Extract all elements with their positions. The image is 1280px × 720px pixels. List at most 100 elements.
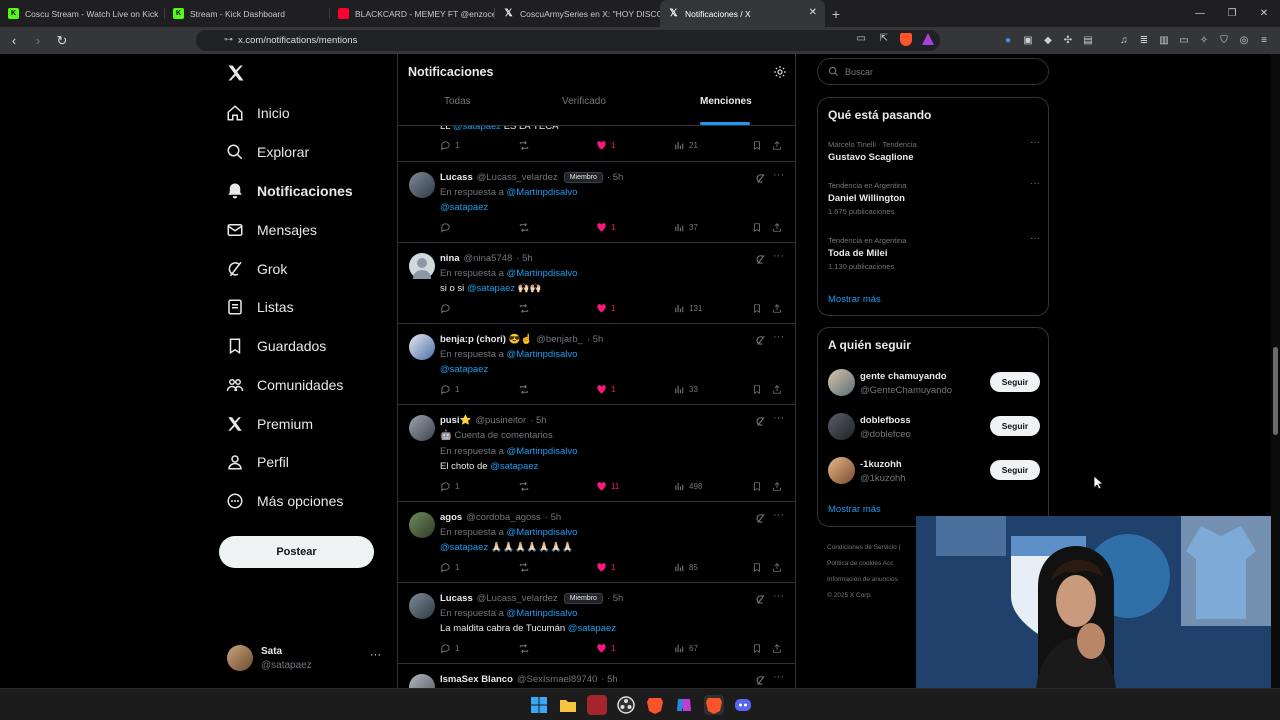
- views-button[interactable]: 498: [674, 481, 702, 492]
- reply-button[interactable]: [440, 222, 455, 233]
- grok-icon[interactable]: [755, 335, 766, 346]
- like-button[interactable]: 1: [596, 643, 615, 654]
- suggestion-name[interactable]: gente chamuyando: [860, 371, 947, 382]
- copilot-icon[interactable]: [674, 695, 694, 715]
- brave-shield-icon[interactable]: [900, 33, 912, 46]
- leo-icon[interactable]: ✧: [1196, 32, 1212, 48]
- brave-icon[interactable]: ◎: [1236, 32, 1252, 48]
- post-time[interactable]: · 5h: [516, 253, 532, 264]
- author-name[interactable]: Lucass: [440, 172, 473, 183]
- follow-button[interactable]: Seguir: [990, 372, 1040, 392]
- show-more-follow-link[interactable]: Mostrar más: [828, 504, 881, 515]
- mention-link[interactable]: @Martinpdisalvo: [507, 446, 578, 457]
- views-button[interactable]: 37: [674, 222, 698, 233]
- sidebar-item-premium[interactable]: Premium: [226, 409, 313, 439]
- reading-list-icon[interactable]: ≣: [1136, 32, 1152, 48]
- puzzle-icon[interactable]: ✣: [1060, 32, 1076, 48]
- list-item[interactable]: agos @cordoba_agoss · 5h ··· En respuesta …: [398, 502, 795, 583]
- windows-start-icon[interactable]: [529, 695, 549, 715]
- post-time[interactable]: · 5h: [530, 415, 546, 426]
- music-icon[interactable]: ♫: [1116, 32, 1132, 48]
- tab-verificado[interactable]: Verificado: [562, 96, 606, 107]
- brave-icon[interactable]: [645, 695, 665, 715]
- avatar[interactable]: [409, 415, 435, 441]
- mention-link[interactable]: @satapaez: [440, 202, 488, 213]
- mention-link[interactable]: @Martinpdisalvo: [507, 527, 578, 538]
- grok-icon[interactable]: [755, 416, 766, 427]
- extension-icon[interactable]: ●: [1000, 32, 1016, 48]
- post-time[interactable]: · 5h: [601, 674, 617, 685]
- reply-button[interactable]: 1: [440, 140, 459, 151]
- mention-link[interactable]: @Martinpdisalvo: [507, 187, 578, 198]
- grok-icon[interactable]: [755, 173, 766, 184]
- author-handle[interactable]: @pusineitor: [475, 415, 526, 426]
- share-icon[interactable]: ⇱: [880, 33, 888, 44]
- more-icon[interactable]: ···: [773, 169, 784, 181]
- grok-icon[interactable]: [755, 254, 766, 265]
- avatar[interactable]: [828, 369, 855, 396]
- list-item[interactable]: nina @nina5748 · 5h ··· En respuesta a @Ma…: [398, 243, 795, 324]
- file-explorer-icon[interactable]: [558, 695, 578, 715]
- reply-button[interactable]: 1: [440, 643, 459, 654]
- views-button[interactable]: 85: [674, 562, 698, 573]
- menu-icon[interactable]: ≡: [1256, 32, 1272, 48]
- more-icon[interactable]: ···: [773, 250, 784, 262]
- list-item[interactable]: Lucass @Lucass_velardez Miembro · 5h ··· En…: [398, 583, 795, 664]
- footer-link[interactable]: Condiciones de Servicio |: [827, 540, 927, 556]
- mention-link[interactable]: @Martinpdisalvo: [507, 349, 578, 360]
- tab-todas[interactable]: Todas: [444, 96, 471, 107]
- more-icon[interactable]: ···: [1030, 137, 1040, 148]
- share-icon[interactable]: [772, 384, 782, 395]
- author-handle[interactable]: @Lucass_velardez: [477, 172, 558, 183]
- sidebar-item-notificaciones[interactable]: Notificaciones: [226, 176, 353, 206]
- reply-button[interactable]: 1: [440, 481, 459, 492]
- close-tab-icon[interactable]: ✕: [809, 7, 817, 18]
- like-button[interactable]: 1: [596, 303, 615, 314]
- brave-rewards-icon[interactable]: [922, 33, 934, 45]
- gear-icon[interactable]: [773, 65, 787, 79]
- mention-link[interactable]: @Martinpdisalvo: [507, 268, 578, 279]
- avatar[interactable]: [409, 334, 435, 360]
- more-icon[interactable]: ···: [773, 331, 784, 343]
- avatar[interactable]: [409, 674, 435, 688]
- like-button[interactable]: 1: [596, 222, 615, 233]
- like-button[interactable]: 11: [596, 481, 619, 492]
- follow-suggestion[interactable]: -1kuzohh @1kuzohh Seguir: [828, 457, 1040, 487]
- mention-link[interactable]: @satapaez: [467, 283, 515, 294]
- grok-icon[interactable]: [755, 675, 766, 686]
- suggestion-name[interactable]: -1kuzohh: [860, 459, 902, 470]
- list-item[interactable]: benja:p (chori) 😎☝️ @benjarb_ · 5h ··· En …: [398, 324, 795, 405]
- author-handle[interactable]: @SexIsmael89740: [517, 674, 597, 685]
- extension-icon[interactable]: ▤: [1080, 32, 1096, 48]
- address-bar[interactable]: ⊶ x.com/notifications/mentions ▭ ⇱: [196, 30, 940, 51]
- repost-button[interactable]: [518, 140, 530, 151]
- extension-icon[interactable]: ◆: [1040, 32, 1056, 48]
- translate-icon[interactable]: ▣: [1020, 32, 1036, 48]
- more-icon[interactable]: ···: [773, 412, 784, 424]
- views-button[interactable]: 131: [674, 303, 702, 314]
- discord-icon[interactable]: [733, 695, 753, 715]
- trend-item[interactable]: Tendencia en Argentina Daniel Willington…: [828, 178, 1040, 216]
- x-logo-icon[interactable]: [226, 63, 246, 83]
- mention-link[interactable]: @satapaez: [440, 364, 488, 375]
- screen-icon[interactable]: ▭: [857, 33, 866, 44]
- minimize-icon[interactable]: —: [1184, 0, 1216, 27]
- author-name[interactable]: pusi⭐: [440, 415, 471, 426]
- bookmark-icon[interactable]: [752, 140, 762, 151]
- browser-tab[interactable]: K Stream - Kick Dashboard: [165, 0, 330, 27]
- like-button[interactable]: 1: [596, 140, 615, 151]
- suggestion-name[interactable]: doblefboss: [860, 415, 911, 426]
- bookmark-icon[interactable]: [752, 222, 762, 233]
- sidebar-item-mas-opciones[interactable]: Más opciones: [226, 486, 343, 516]
- mention-link[interactable]: @satapaez: [490, 461, 538, 472]
- account-switcher[interactable]: Sata @satapaez ···: [227, 644, 387, 676]
- search-input[interactable]: Buscar: [817, 58, 1049, 85]
- share-icon[interactable]: [772, 222, 782, 233]
- list-item[interactable]: LL @satapaez ES LA YECA 1 1 21: [398, 121, 795, 162]
- sidebar-item-perfil[interactable]: Perfil: [226, 447, 289, 477]
- follow-button[interactable]: Seguir: [990, 416, 1040, 436]
- author-name[interactable]: IsmaSex Blanco: [440, 674, 513, 685]
- bookmark-icon[interactable]: [752, 303, 762, 314]
- author-name[interactable]: agos: [440, 512, 462, 523]
- share-icon[interactable]: [772, 643, 782, 654]
